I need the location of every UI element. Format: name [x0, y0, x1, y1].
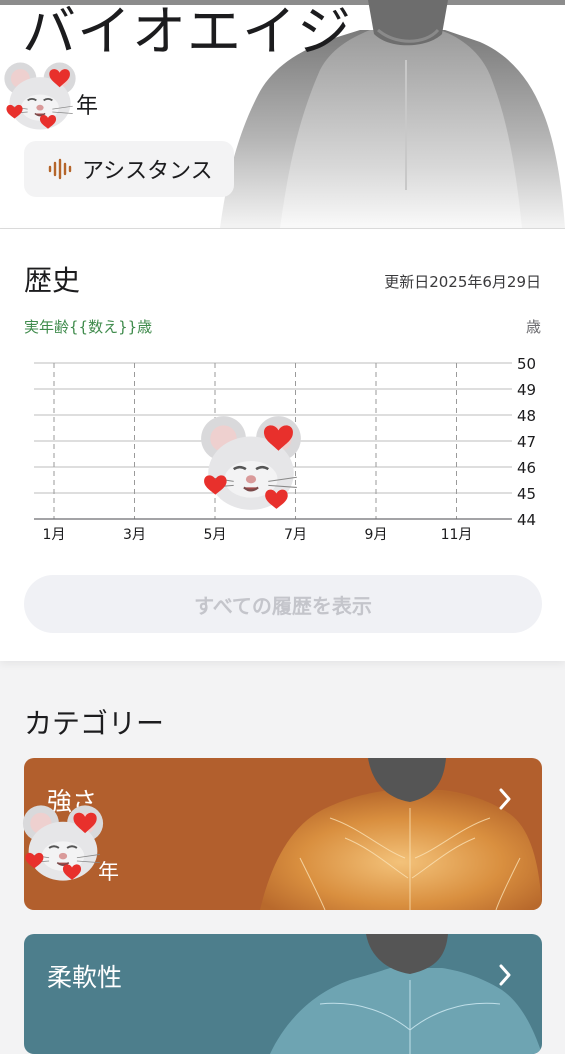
category-card-flexibility[interactable]: 柔軟性: [24, 934, 542, 1054]
chart-y-tick-label: 45: [517, 485, 536, 503]
updated-date: 更新日2025年6月29日: [384, 273, 541, 291]
chevron-right-icon: [499, 788, 511, 810]
chart-x-tick-label: 7月: [284, 527, 307, 543]
mouse-memoji-sticker: [201, 416, 301, 510]
category-label-flexibility: 柔軟性: [47, 963, 123, 992]
chart-x-tick-label: 11月: [441, 527, 473, 543]
chart-y-tick-label: 44: [517, 511, 536, 529]
chevron-right-icon: [499, 964, 511, 986]
chart-x-tick-label: 1月: [43, 527, 66, 543]
categories-title: カテゴリー: [24, 707, 165, 740]
chart-y-tick-label: 47: [517, 433, 536, 451]
show-all-history-button[interactable]: すべての履歴を表示: [24, 575, 542, 633]
chart-y-tick-label: 46: [517, 459, 536, 477]
history-title: 歴史: [24, 264, 81, 297]
real-age-label: 実年齢{{数え}}歳: [24, 318, 153, 336]
chart-y-tick-label: 48: [517, 407, 536, 425]
chart-x-tick-label: 5月: [204, 527, 227, 543]
mouse-memoji-sticker: [4, 62, 76, 130]
assistance-label: アシスタンス: [82, 159, 213, 184]
chart-y-tick-label: 49: [517, 381, 536, 399]
chart-y-tick-label: 50: [517, 355, 536, 373]
assistance-button[interactable]: アシスタンス: [24, 141, 234, 197]
mouse-memoji-sticker: [22, 805, 104, 881]
chart-x-tick-label: 9月: [365, 527, 388, 543]
flexibility-figure-image: [270, 934, 542, 1054]
age-unit-label: 歳: [525, 318, 541, 336]
chart-x-tick-label: 3月: [123, 527, 146, 543]
sound-wave-icon: [48, 158, 72, 180]
muscle-figure-image: [260, 758, 542, 910]
bio-age-header: バイオエイジ 年 アシスタンス: [0, 0, 565, 229]
